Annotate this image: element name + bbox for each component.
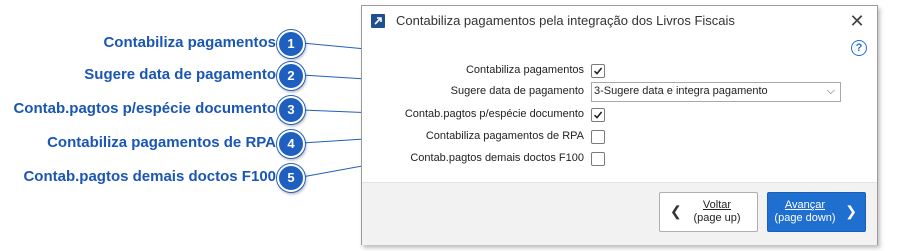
callout-label-4: Contabiliza pagamentos de RPA	[47, 134, 276, 151]
dialog-window: Contabiliza pagamentos pela integração d…	[361, 5, 878, 245]
callout-badge-1: 1	[277, 30, 305, 58]
checkmark-icon	[593, 67, 603, 75]
callout-badge-4: 4	[277, 130, 305, 158]
back-button-label: Voltar	[702, 199, 732, 211]
rpa-checkbox[interactable]	[591, 130, 605, 144]
callout-label-1: Contabiliza pagamentos	[103, 34, 276, 51]
help-icon[interactable]: ?	[851, 40, 867, 56]
app-arrow-icon	[371, 14, 385, 28]
especie-documento-label: Contab.pagtos p/espécie documento	[404, 108, 584, 120]
dialog-titlebar: Contabiliza pagamentos pela integração d…	[362, 6, 877, 36]
demais-doctos-checkbox[interactable]	[591, 152, 605, 166]
demais-doctos-label: Contab.pagtos demais doctos F100	[410, 152, 584, 164]
back-button[interactable]: ❮ Voltar (page up)	[659, 192, 758, 232]
next-button-hint: (page down)	[774, 212, 836, 224]
callout-label-5: Contab.pagtos demais doctos F100	[23, 168, 276, 185]
contabiliza-pagamentos-checkbox[interactable]	[591, 64, 605, 78]
callout-label-2: Sugere data de pagamento	[84, 66, 276, 83]
next-button-label: Avançar	[784, 199, 826, 211]
chevron-down-icon: ⌵	[826, 85, 835, 97]
callout-label-3: Contab.pagtos p/espécie documento	[13, 100, 276, 117]
sugere-data-select[interactable]: 3-Sugere data e integra pagamento ⌵	[591, 82, 841, 102]
contabiliza-pagamentos-label: Contabiliza pagamentos	[465, 64, 584, 76]
next-button[interactable]: Avançar (page down) ❯	[767, 192, 866, 232]
chevron-right-icon: ❯	[845, 203, 857, 219]
checkmark-icon	[593, 111, 603, 119]
sugere-data-value: 3-Sugere data e integra pagamento	[594, 85, 768, 97]
dialog-title: Contabiliza pagamentos pela integração d…	[396, 13, 735, 28]
callout-badge-5: 5	[277, 164, 305, 192]
rpa-label: Contabiliza pagamentos de RPA	[425, 130, 584, 142]
callout-badge-3: 3	[277, 96, 305, 124]
callout-badge-2: 2	[277, 62, 305, 90]
especie-documento-checkbox[interactable]	[591, 108, 605, 122]
chevron-left-icon: ❮	[670, 203, 682, 219]
close-icon[interactable]: ✕	[847, 11, 867, 31]
dialog-footer: ❮ Voltar (page up) Avançar (page down) ❯	[362, 182, 877, 245]
back-button-hint: (page up)	[693, 212, 741, 224]
sugere-data-label: Sugere data de pagamento	[450, 85, 584, 97]
